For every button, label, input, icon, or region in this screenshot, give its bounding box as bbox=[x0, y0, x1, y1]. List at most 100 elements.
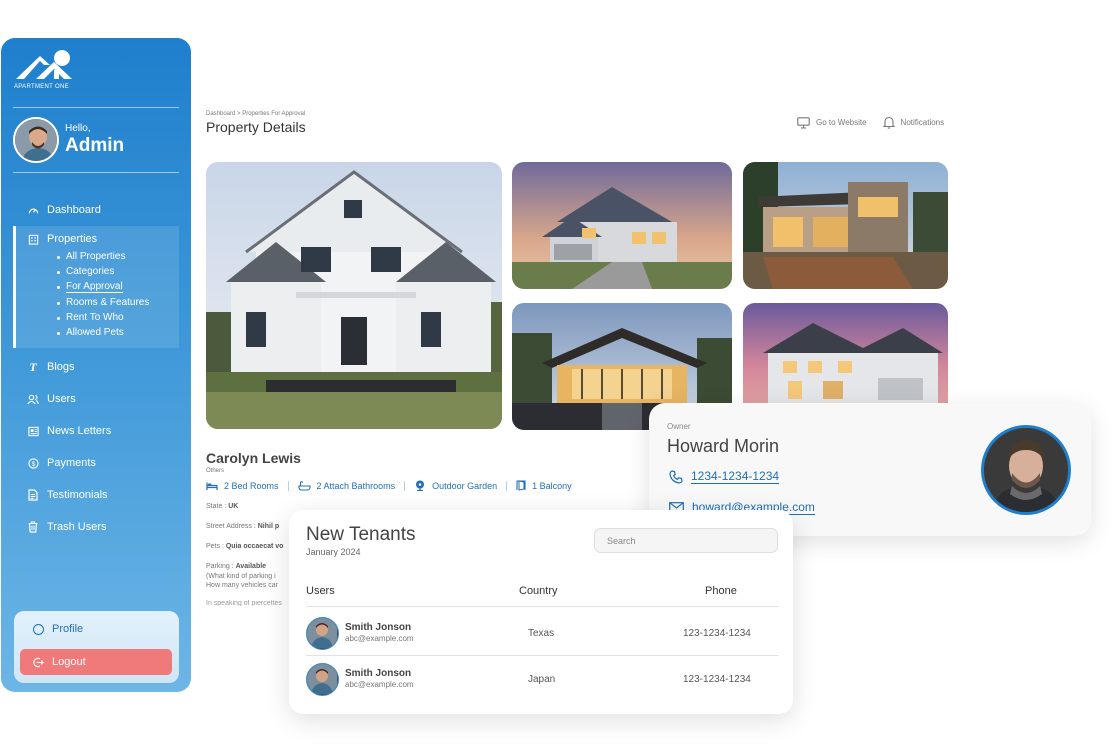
property-features: 2 Bed Rooms 2 Attach Bathrooms Outdoor G… bbox=[206, 480, 572, 491]
submenu-item-for-approval[interactable]: For Approval bbox=[57, 281, 179, 296]
admin-avatar[interactable] bbox=[13, 117, 59, 163]
tenant-email: abc@example.com bbox=[345, 634, 414, 643]
detail-pets: Pets : Quia occaecat vo bbox=[206, 543, 284, 550]
users-icon bbox=[27, 393, 39, 405]
tenants-table-header: Users Country Phone bbox=[306, 585, 778, 607]
sidebar-item-blogs[interactable]: T Blogs bbox=[1, 351, 191, 383]
brand-logo[interactable]: APARTMENT ONE bbox=[14, 48, 84, 90]
dollar-icon: $ bbox=[27, 457, 39, 469]
submenu-item-categories[interactable]: Categories bbox=[57, 266, 179, 281]
sidebar-nav: Dashboard Properties All Properties Cate… bbox=[1, 194, 191, 543]
divider bbox=[506, 480, 508, 491]
feature-bathrooms: 2 Attach Bathrooms bbox=[297, 480, 395, 491]
logo-icon bbox=[16, 50, 72, 79]
building-icon bbox=[27, 233, 39, 245]
owner-label: Owner bbox=[667, 422, 691, 431]
tenant-avatar bbox=[306, 663, 339, 696]
page-title: Property Details bbox=[206, 119, 306, 135]
notifications-label: Notifications bbox=[900, 118, 945, 127]
bell-icon bbox=[882, 116, 895, 129]
sidebar-item-label: Payments bbox=[47, 457, 96, 470]
property-photo-2[interactable] bbox=[512, 162, 732, 289]
owner-phone: 1234-1234-1234 bbox=[691, 469, 780, 484]
go-to-website-link[interactable]: Go to Website bbox=[797, 116, 867, 129]
tenant-avatar bbox=[306, 617, 339, 650]
sidebar-item-label: Dashboard bbox=[47, 204, 101, 216]
feature-garden: Outdoor Garden bbox=[414, 480, 497, 491]
account-panel: Profile Logout bbox=[14, 611, 179, 683]
sidebar-item-users[interactable]: Users bbox=[1, 383, 191, 415]
breadcrumb[interactable]: Dashboard > Properties For Approval bbox=[206, 111, 305, 117]
tenant-phone: 123-1234-1234 bbox=[683, 628, 751, 639]
new-tenants-card: New Tenants January 2024 Search Users Co… bbox=[289, 510, 793, 714]
owner-name: Howard Morin bbox=[667, 436, 780, 456]
go-to-website-label: Go to Website bbox=[816, 118, 867, 127]
sidebar-item-testimonials[interactable]: Testimonials bbox=[1, 479, 191, 511]
tenant-email: abc@example.com bbox=[345, 680, 414, 689]
profile-label: Profile bbox=[52, 623, 84, 635]
tenants-title: New Tenants bbox=[306, 524, 416, 545]
detail-truncated: In speaking of piercettes bbox=[206, 600, 282, 606]
bed-icon bbox=[206, 482, 218, 490]
column-header-country[interactable]: Country bbox=[519, 585, 558, 597]
notifications-link[interactable]: Notifications bbox=[882, 116, 945, 129]
submenu-item-rent-to-who[interactable]: Rent To Who bbox=[57, 312, 179, 327]
detail-state: State : UK bbox=[206, 503, 239, 510]
detail-parking-question-1: (What kind of parking i bbox=[206, 573, 276, 580]
header-actions: Go to Website Notifications bbox=[797, 116, 960, 129]
logout-label: Logout bbox=[52, 656, 86, 668]
column-header-users[interactable]: Users bbox=[306, 585, 335, 597]
newspaper-icon bbox=[27, 425, 39, 437]
detail-parking: Parking : Available bbox=[206, 563, 267, 570]
sidebar-item-trash-users[interactable]: Trash Users bbox=[1, 511, 191, 543]
user-name: Admin bbox=[65, 135, 125, 156]
sidebar-item-label: Testimonials bbox=[47, 489, 108, 502]
table-row[interactable]: Smith Jonson abc@example.com Japan 123-1… bbox=[306, 656, 778, 702]
sidebar-item-label: Properties bbox=[47, 233, 98, 245]
trash-icon bbox=[27, 521, 39, 533]
sidebar-item-label: Trash Users bbox=[47, 521, 107, 534]
property-photo-3[interactable] bbox=[743, 162, 948, 289]
divider bbox=[404, 480, 406, 491]
brand-name: APARTMENT ONE bbox=[14, 84, 69, 90]
submenu-item-rooms-features[interactable]: Rooms & Features bbox=[57, 297, 179, 312]
bathtub-icon bbox=[297, 480, 311, 491]
property-photo-main[interactable] bbox=[206, 162, 502, 429]
divider bbox=[13, 107, 179, 108]
column-header-phone[interactable]: Phone bbox=[705, 585, 737, 597]
user-circle-icon bbox=[33, 623, 44, 635]
tenant-name: Smith Jonson bbox=[345, 668, 412, 679]
sidebar-item-payments[interactable]: $ Payments bbox=[1, 447, 191, 479]
tenant-phone: 123-1234-1234 bbox=[683, 674, 751, 685]
door-icon bbox=[516, 480, 526, 491]
greeting-text: Hello, bbox=[65, 123, 91, 134]
detail-street: Street Address : Nihil p bbox=[206, 523, 280, 530]
feature-bedrooms: 2 Bed Rooms bbox=[206, 481, 279, 491]
tenants-subtitle: January 2024 bbox=[306, 547, 361, 557]
profile-button[interactable]: Profile bbox=[33, 623, 83, 635]
submenu-item-all-properties[interactable]: All Properties bbox=[57, 251, 179, 266]
tenant-country: Japan bbox=[528, 674, 556, 685]
table-row[interactable]: Smith Jonson abc@example.com Texas 123-1… bbox=[306, 610, 778, 656]
owner-avatar[interactable] bbox=[981, 425, 1071, 515]
sidebar-item-label: News Letters bbox=[47, 425, 112, 438]
submenu-item-allowed-pets[interactable]: Allowed Pets bbox=[57, 327, 179, 342]
sidebar: APARTMENT ONE Hello, Admin Dashboard Pro… bbox=[1, 38, 191, 692]
sidebar-item-properties[interactable]: Properties All Properties Categories For… bbox=[1, 226, 191, 349]
tenant-country: Texas bbox=[528, 628, 555, 639]
logout-button[interactable]: Logout bbox=[20, 649, 172, 675]
sidebar-item-label: Users bbox=[47, 393, 76, 406]
svg-text:$: $ bbox=[31, 461, 35, 468]
sidebar-item-newsletters[interactable]: News Letters bbox=[1, 415, 191, 447]
tenants-search-input[interactable]: Search bbox=[594, 528, 778, 553]
properties-submenu: All Properties Categories For Approval R… bbox=[27, 251, 179, 342]
monitor-icon bbox=[797, 116, 810, 129]
sidebar-item-dashboard[interactable]: Dashboard bbox=[1, 194, 191, 226]
tree-icon bbox=[416, 480, 425, 491]
owner-phone-link[interactable]: 1234-1234-1234 bbox=[669, 469, 780, 484]
phone-icon bbox=[669, 469, 683, 484]
text-icon: T bbox=[29, 359, 37, 374]
sidebar-item-label: Blogs bbox=[47, 361, 75, 374]
divider bbox=[13, 172, 179, 173]
detail-parking-question-2: How many vehicles car bbox=[206, 582, 278, 589]
